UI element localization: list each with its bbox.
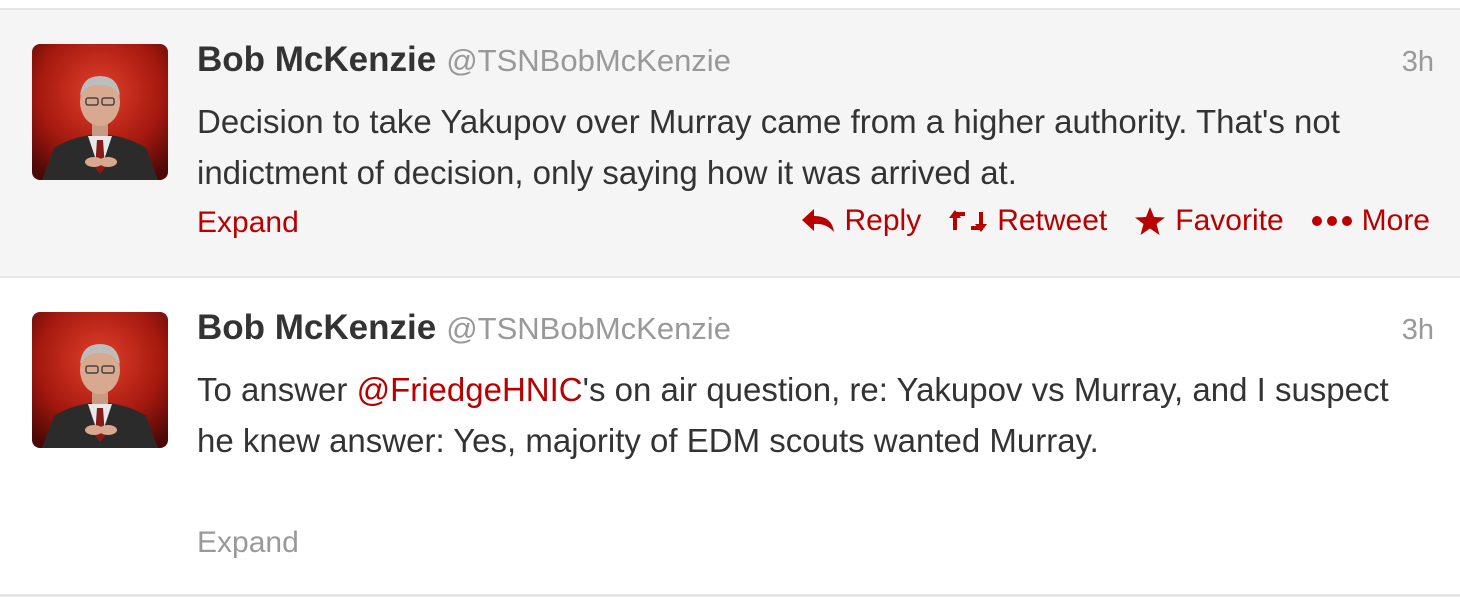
fullname[interactable]: Bob McKenzie bbox=[197, 40, 436, 79]
expand-link[interactable]: Expand bbox=[197, 526, 299, 560]
expand-link[interactable]: Expand bbox=[197, 206, 299, 240]
reply-icon bbox=[801, 208, 835, 234]
retweet-label: Retweet bbox=[997, 204, 1108, 237]
tweet-actions: Reply Retweet Favorite More bbox=[801, 204, 1430, 238]
username[interactable]: @TSNBobMcKenzie bbox=[446, 43, 731, 78]
fullname[interactable]: Bob McKenzie bbox=[197, 308, 436, 347]
avatar[interactable] bbox=[32, 312, 168, 448]
username[interactable]: @TSNBobMcKenzie bbox=[446, 311, 731, 346]
star-icon bbox=[1135, 207, 1166, 235]
timestamp[interactable]: 3h bbox=[1402, 314, 1434, 347]
avatar[interactable] bbox=[32, 44, 168, 180]
tweet-text-before: To answer bbox=[197, 371, 357, 408]
reply-label: Reply bbox=[844, 204, 922, 237]
more-button[interactable]: More bbox=[1311, 204, 1430, 238]
reply-button[interactable]: Reply bbox=[801, 204, 922, 238]
tweet[interactable]: Bob McKenzie @TSNBobMcKenzie 3h Decision … bbox=[0, 8, 1460, 276]
retweet-icon bbox=[949, 208, 988, 234]
tweet-text: To answer @FriedgeHNIC's on air question… bbox=[197, 364, 1417, 466]
more-label: More bbox=[1361, 204, 1430, 237]
timestamp[interactable]: 3h bbox=[1402, 46, 1434, 79]
retweet-button[interactable]: Retweet bbox=[949, 204, 1107, 238]
tweet-text: Decision to take Yakupov over Murray cam… bbox=[197, 103, 1340, 191]
mention-link[interactable]: @FriedgeHNIC bbox=[357, 371, 583, 408]
ellipsis-icon bbox=[1311, 215, 1352, 227]
favorite-button[interactable]: Favorite bbox=[1135, 204, 1284, 238]
timeline: Bob McKenzie @TSNBobMcKenzie 3h Decision … bbox=[0, 0, 1460, 597]
tweet[interactable]: Bob McKenzie @TSNBobMcKenzie 3h To answer… bbox=[0, 276, 1460, 594]
tweet-header: Bob McKenzie @TSNBobMcKenzie bbox=[197, 40, 731, 80]
favorite-label: Favorite bbox=[1175, 204, 1284, 237]
tweet-header: Bob McKenzie @TSNBobMcKenzie bbox=[197, 308, 731, 348]
